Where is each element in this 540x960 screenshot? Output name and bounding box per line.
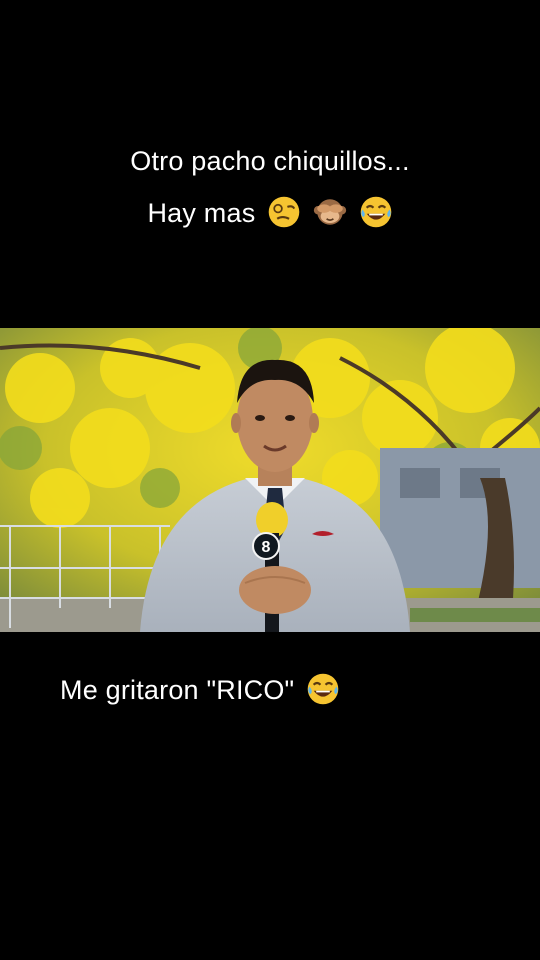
see-no-evil-monkey-icon bbox=[313, 199, 346, 225]
caption-top-text-1: Otro pacho chiquillos... bbox=[130, 146, 410, 176]
caption-top-text-2: Hay mas bbox=[147, 198, 256, 228]
video-frame[interactable]: 8 bbox=[0, 328, 540, 632]
tears-of-joy-icon bbox=[360, 196, 391, 228]
video-scene: 8 bbox=[0, 328, 540, 632]
microphone-logo-text: 8 bbox=[262, 539, 271, 556]
tears-of-joy-icon bbox=[307, 673, 339, 705]
caption-bottom: Me gritaron "RICO" bbox=[60, 672, 480, 706]
reporter-hands bbox=[239, 566, 311, 614]
microphone-head bbox=[256, 502, 288, 538]
woozy-face-icon bbox=[268, 196, 300, 228]
caption-bottom-text: Me gritaron "RICO" bbox=[60, 675, 295, 705]
caption-top-line-1: Otro pacho chiquillos... bbox=[0, 146, 540, 177]
caption-top-line-2: Hay mas bbox=[0, 195, 540, 229]
